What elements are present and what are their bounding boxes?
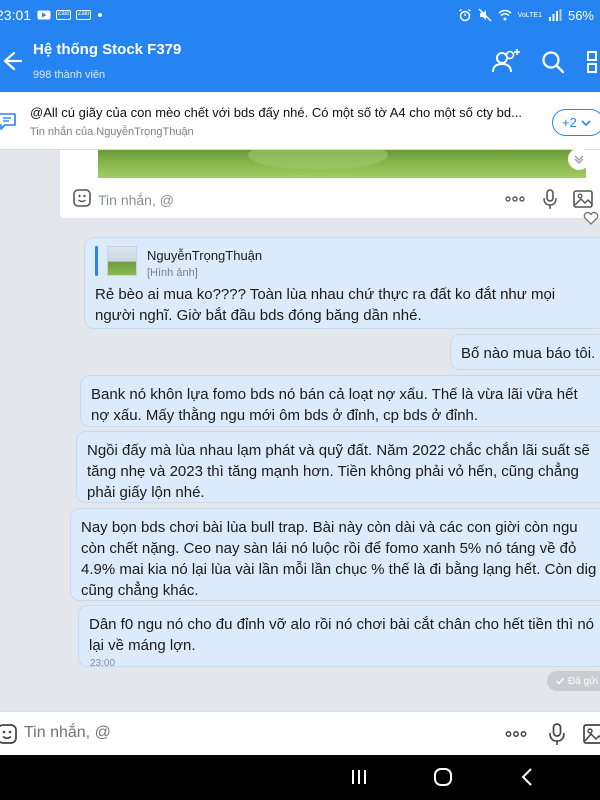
battery-level: 56% bbox=[567, 7, 594, 23]
home-icon[interactable] bbox=[432, 766, 454, 788]
message-bubble[interactable]: Nay bọn bds chơi bài lùa bull trap. Bài … bbox=[70, 508, 600, 601]
message-text: Dân f0 ngu nó cho đu đỉnh vỡ alo rồi nó … bbox=[89, 616, 595, 654]
message-text: Nay bọn bds chơi bài lùa bull trap. Bài … bbox=[81, 519, 597, 599]
status-time: 23:01 bbox=[0, 7, 32, 23]
group-title[interactable]: Hệ thống Stock F379 bbox=[33, 41, 181, 58]
sent-status-text: Đã gửi bbox=[568, 675, 599, 687]
zalo-app-icon: Zalo bbox=[56, 10, 72, 20]
signal-icon bbox=[548, 9, 562, 21]
message-bubble[interactable]: Bank nó khôn lựa fomo bds nó bán cả loạt… bbox=[80, 375, 600, 427]
message-text: Bố nào mua báo tôi. bbox=[461, 345, 596, 362]
add-member-icon[interactable] bbox=[490, 47, 520, 77]
emoji-icon[interactable] bbox=[0, 723, 18, 745]
quote-attachment-type: [Hình ảnh] bbox=[147, 267, 198, 279]
back-arrow-icon[interactable] bbox=[0, 48, 22, 74]
pinned-message-text: @All cú giãy của con mèo chết với bds đấ… bbox=[30, 105, 522, 120]
quote-accent-bar bbox=[95, 246, 98, 276]
message-bubble[interactable]: Dân f0 ngu nó cho đu đỉnh vỡ alo rồi nó … bbox=[78, 605, 600, 669]
status-right: VoLTE1 56% bbox=[458, 8, 594, 23]
pinned-more-button[interactable]: +2 bbox=[552, 109, 600, 136]
heart-icon[interactable] bbox=[583, 210, 599, 226]
pinned-more-count: +2 bbox=[562, 115, 577, 130]
quote-image-thumbnail[interactable] bbox=[107, 246, 137, 276]
quoted-message-bubble[interactable]: NguyễnTrọngThuận [Hình ảnh] Rẻ bèo ai mu… bbox=[84, 237, 600, 329]
search-icon[interactable] bbox=[538, 47, 568, 77]
check-icon bbox=[555, 677, 565, 685]
grid-menu-icon[interactable] bbox=[584, 47, 600, 77]
more-icon[interactable] bbox=[504, 188, 526, 210]
mute-icon bbox=[478, 8, 492, 22]
message-text: Rẻ bèo ai mua ko???? Toàn lùa nhau chứ t… bbox=[95, 286, 556, 324]
message-text: Bank nó khôn lựa fomo bds nó bán cả loạt… bbox=[91, 386, 578, 424]
message-bubble[interactable]: Bố nào mua báo tôi. bbox=[450, 334, 600, 370]
status-app-icons: Zalo Zalo bbox=[37, 10, 103, 20]
message-timestamp: 23:00 bbox=[90, 658, 116, 669]
message-input[interactable]: Tin nhắn, @ bbox=[24, 724, 111, 742]
emoji-icon[interactable] bbox=[72, 188, 92, 208]
image-preview[interactable] bbox=[98, 150, 586, 178]
member-count[interactable]: 998 thành viên bbox=[33, 69, 105, 81]
image-icon[interactable] bbox=[582, 722, 600, 746]
wifi-icon bbox=[498, 9, 512, 21]
alarm-icon bbox=[458, 8, 471, 22]
pinned-message-icon bbox=[0, 113, 16, 130]
microphone-icon[interactable] bbox=[545, 722, 569, 746]
microphone-icon[interactable] bbox=[539, 188, 561, 210]
message-text: Ngồi đấy mà lùa nhau lạm phát và quỹ đất… bbox=[87, 442, 590, 501]
volte-label: VoLTE1 bbox=[517, 11, 542, 19]
overlay-message-input[interactable]: Tin nhắn, @ bbox=[98, 192, 174, 208]
collapse-chevron-icon[interactable] bbox=[568, 148, 590, 170]
recent-apps-icon[interactable] bbox=[348, 766, 370, 788]
reply-preview-panel: Tin nhắn, @ bbox=[60, 148, 600, 218]
status-bar: 23:01 Zalo Zalo VoLTE1 56% bbox=[0, 0, 600, 30]
chat-header: Hệ thống Stock F379 998 thành viên bbox=[0, 30, 600, 92]
system-navigation-bar bbox=[0, 755, 600, 800]
more-icon[interactable] bbox=[504, 722, 528, 746]
overlay-input-row: Tin nhắn, @ bbox=[60, 184, 600, 214]
youtube-icon bbox=[37, 10, 51, 20]
image-icon[interactable] bbox=[572, 188, 594, 210]
pinned-message-bar[interactable]: @All cú giãy của con mèo chết với bds đấ… bbox=[0, 92, 600, 150]
zalo-app-icon: Zalo bbox=[76, 10, 92, 20]
message-composer: Tin nhắn, @ bbox=[0, 711, 600, 755]
notification-dot-icon bbox=[98, 13, 103, 17]
pinned-message-author: Tin nhắn của NguyễnTrọngThuận bbox=[30, 126, 194, 138]
sent-status-badge: Đã gửi bbox=[547, 671, 600, 691]
message-bubble[interactable]: Ngồi đấy mà lùa nhau lạm phát và quỹ đất… bbox=[76, 431, 600, 503]
back-nav-icon[interactable] bbox=[517, 766, 539, 788]
chevron-down-icon bbox=[581, 119, 591, 126]
